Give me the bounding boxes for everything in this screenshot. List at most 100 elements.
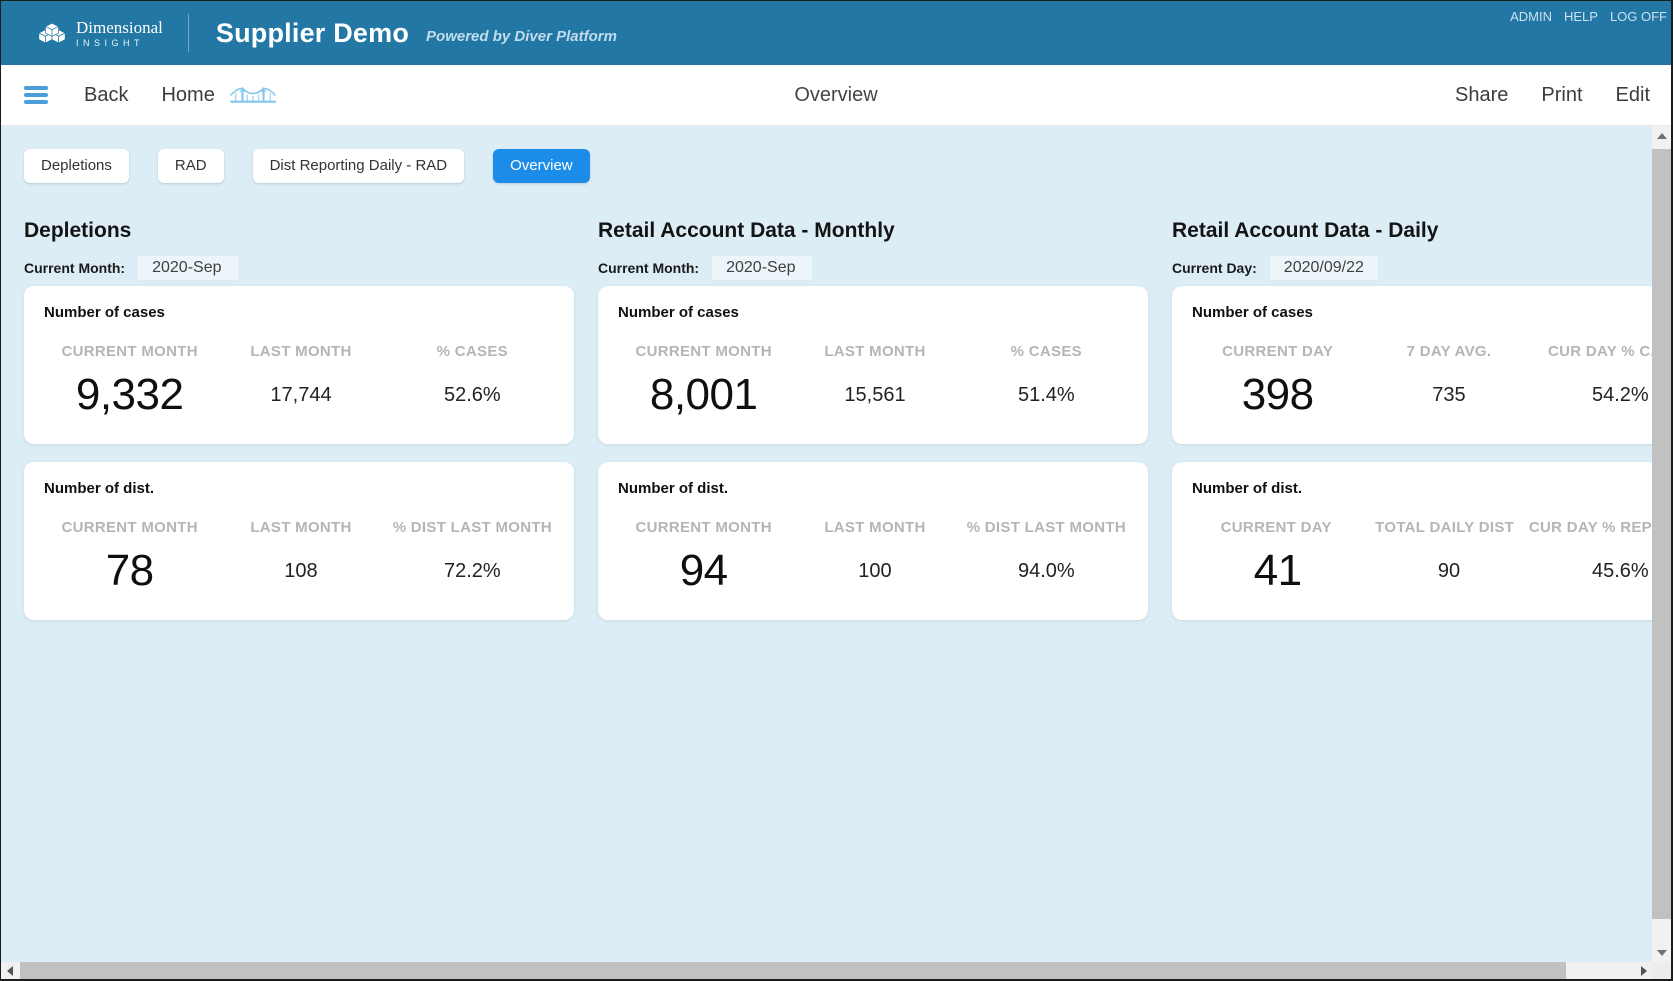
metric-value: 94 xyxy=(618,546,789,596)
admin-links: ADMIN HELP LOG OFF xyxy=(1510,9,1667,24)
metric-card-number-of-cases: Number of casesCURRENT DAY7 DAY AVG.CUR … xyxy=(1172,286,1652,444)
horizontal-scrollbar[interactable] xyxy=(1,962,1652,979)
metric-label: % DIST LAST MONTH xyxy=(387,519,558,536)
header-link-log-off[interactable]: LOG OFF xyxy=(1610,9,1667,24)
period-label: Current Month: xyxy=(598,260,699,276)
metric-value: 398 xyxy=(1192,370,1363,420)
period-selector-row: Current Month: 2020-Sep xyxy=(598,255,1148,281)
card-title: Number of dist. xyxy=(618,480,1132,497)
dashboard-content: Depletions RAD Dist Reporting Daily - RAD O… xyxy=(1,126,1652,962)
metric-values: 8,00115,56151.4% xyxy=(618,364,1132,426)
header-link-help[interactable]: HELP xyxy=(1564,9,1598,24)
app-title: Supplier Demo xyxy=(216,18,409,49)
breadcrumb-dist-reporting-daily-rad[interactable]: Dist Reporting Daily - RAD xyxy=(253,149,465,183)
metric-label: LAST MONTH xyxy=(789,343,960,360)
metric-headers: CURRENT MONTHLAST MONTH% CASES xyxy=(618,343,1132,360)
metric-value: 9,332 xyxy=(44,370,215,420)
period-label: Current Day: xyxy=(1172,260,1257,276)
scroll-right-button[interactable] xyxy=(1635,962,1652,979)
breadcrumb-overview[interactable]: Overview xyxy=(493,149,590,183)
period-label: Current Month: xyxy=(24,260,125,276)
metric-label: CUR DAY % REPORTED xyxy=(1529,519,1652,536)
metric-values: 419045.6% xyxy=(1192,540,1652,602)
metric-value: 94.0% xyxy=(961,560,1132,583)
scrollbar-corner xyxy=(1652,962,1671,979)
breadcrumb: Depletions RAD Dist Reporting Daily - RAD O… xyxy=(24,149,1652,183)
period-value-select[interactable]: 2020-Sep xyxy=(138,255,238,281)
metric-label: CURRENT MONTH xyxy=(44,519,215,536)
card-title: Number of dist. xyxy=(1192,480,1652,497)
metric-value: 735 xyxy=(1363,384,1534,407)
metric-value: 108 xyxy=(215,560,386,583)
metric-card-number-of-dist: Number of dist. CURRENT DAYTOTAL DAILY DI… xyxy=(1172,462,1652,620)
metric-card-number-of-cases: Number of cases CURRENT MONTHLAST MONTH% … xyxy=(598,286,1148,444)
nav-actions: Share Print Edit xyxy=(1455,84,1650,107)
metric-label: CUR DAY % CASES xyxy=(1535,343,1652,360)
metric-card-number-of-cases: Number of cases CURRENT MONTHLAST MONTH% … xyxy=(24,286,574,444)
metric-value: 17,744 xyxy=(215,384,386,407)
period-value-select[interactable]: 2020-Sep xyxy=(712,255,812,281)
vertical-scrollbar[interactable] xyxy=(1652,126,1671,962)
period-selector-row: Current Day: 2020/09/22 xyxy=(1172,255,1652,281)
app-tagline: Powered by Diver Platform xyxy=(426,21,617,45)
print-button[interactable]: Print xyxy=(1541,84,1582,107)
metric-values: 39873554.2% xyxy=(1192,364,1652,426)
metric-value: 54.2% xyxy=(1535,384,1652,407)
period-value-select[interactable]: 2020/09/22 xyxy=(1270,255,1378,281)
metric-value: 100 xyxy=(789,560,960,583)
brand-subname: INSIGHT xyxy=(76,39,163,48)
metric-value: 45.6% xyxy=(1535,560,1652,583)
metric-value: 8,001 xyxy=(618,370,789,420)
metric-label: LAST MONTH xyxy=(215,519,386,536)
period-selector-row: Current Month: 2020-Sep xyxy=(24,255,574,281)
scroll-down-button[interactable] xyxy=(1652,943,1671,962)
metric-headers: CURRENT MONTHLAST MONTH% CASES xyxy=(44,343,558,360)
share-button[interactable]: Share xyxy=(1455,84,1508,107)
page-title: Overview xyxy=(794,84,877,107)
metric-label: CURRENT MONTH xyxy=(618,343,789,360)
metric-label: % CASES xyxy=(961,343,1132,360)
dashboard-columns: Depletions Current Month: 2020-Sep Number o… xyxy=(1,183,1652,620)
brand-name: Dimensional xyxy=(76,19,163,36)
metric-card-number-of-dist: Number of dist. CURRENT MONTHLAST MONTH% … xyxy=(598,462,1148,620)
back-button[interactable]: Back xyxy=(84,84,128,107)
column-retail-account-data-daily: Retail Account Data - DailyCurrent Day:2… xyxy=(1172,219,1652,620)
column-title: Retail Account Data - Monthly xyxy=(598,219,1148,243)
card-title: Number of cases xyxy=(44,304,558,321)
edit-button[interactable]: Edit xyxy=(1616,84,1650,107)
metric-value: 15,561 xyxy=(789,384,960,407)
metric-label: LAST MONTH xyxy=(789,519,960,536)
metric-value: 90 xyxy=(1363,560,1534,583)
hamburger-menu-icon[interactable] xyxy=(24,83,48,107)
metric-headers: CURRENT MONTHLAST MONTH% DIST LAST MONTH xyxy=(618,519,1132,536)
metric-label: % DIST LAST MONTH xyxy=(961,519,1132,536)
breadcrumb-depletions[interactable]: Depletions xyxy=(24,149,129,183)
card-title: Number of cases xyxy=(618,304,1132,321)
brand-text: Dimensional INSIGHT xyxy=(76,19,163,48)
metric-card-number-of-dist: Number of dist.CURRENT MONTHLAST MONTH% … xyxy=(24,462,574,620)
metric-label: CURRENT MONTH xyxy=(44,343,215,360)
breadcrumb-rad[interactable]: RAD xyxy=(158,149,224,183)
horizontal-scrollbar-thumb[interactable] xyxy=(20,962,1566,979)
card-title: Number of cases xyxy=(1192,304,1652,321)
stacked-cubes-icon xyxy=(37,20,67,47)
metric-value: 72.2% xyxy=(387,560,558,583)
navbar: Back Home Overview Share Print Edit xyxy=(1,65,1671,126)
metric-values: 9410094.0% xyxy=(618,540,1132,602)
header-link-admin[interactable]: ADMIN xyxy=(1510,9,1552,24)
column-title: Depletions xyxy=(24,219,574,243)
metric-values: 9,33217,74452.6% xyxy=(44,364,558,426)
home-button[interactable]: Home xyxy=(161,84,214,107)
metric-values: 7810872.2% xyxy=(44,540,558,602)
metric-label: 7 DAY AVG. xyxy=(1363,343,1534,360)
app-window: Dimensional INSIGHT Supplier Demo Powere… xyxy=(1,1,1671,979)
scroll-up-button[interactable] xyxy=(1652,126,1671,145)
bridge-icon[interactable] xyxy=(230,84,276,106)
scroll-left-button[interactable] xyxy=(1,962,18,979)
metric-headers: CURRENT MONTHLAST MONTH% DIST LAST MONTH xyxy=(44,519,558,536)
app-header: Dimensional INSIGHT Supplier Demo Powere… xyxy=(1,1,1671,65)
column-retail-account-data-monthly: Retail Account Data - Monthly Current Mon… xyxy=(598,219,1148,620)
metric-headers: CURRENT DAYTOTAL DAILY DISTCUR DAY % REP… xyxy=(1192,519,1652,536)
vertical-scrollbar-thumb[interactable] xyxy=(1652,149,1671,919)
dimensional-insight-logo: Dimensional INSIGHT xyxy=(37,19,163,48)
